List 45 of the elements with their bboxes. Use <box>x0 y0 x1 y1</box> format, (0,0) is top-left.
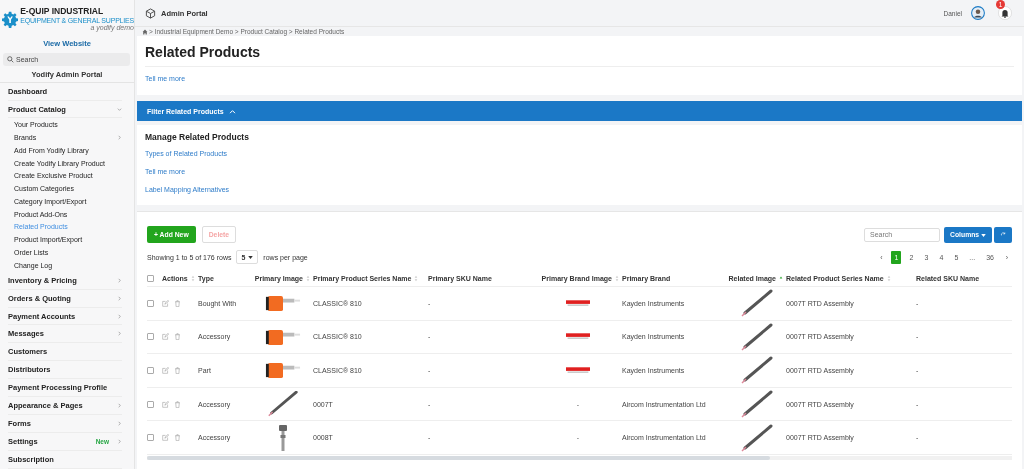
trash-icon[interactable] <box>174 367 181 374</box>
brand-logo-icon <box>566 299 590 307</box>
page-title: Related Products <box>145 43 262 62</box>
caret-icon <box>248 255 254 259</box>
search-icon <box>7 55 14 63</box>
refresh-icon <box>1000 231 1006 238</box>
section-title: Manage Related Products <box>145 132 250 142</box>
sort-icon <box>886 274 891 282</box>
select-all-checkbox[interactable] <box>147 274 154 282</box>
chevron-right-icon <box>117 313 122 319</box>
chevron-down-icon <box>117 106 122 112</box>
chevron-up-icon <box>228 108 236 114</box>
home-icon[interactable] <box>142 28 148 35</box>
sort-icon <box>414 274 419 282</box>
cube-icon <box>145 7 156 19</box>
brand-logo-icon <box>566 333 590 341</box>
chevron-right-icon <box>117 331 122 337</box>
row-checkbox[interactable] <box>147 434 154 442</box>
avatar-icon[interactable] <box>971 6 985 20</box>
brand-name: E-QUIP INDUSTRIAL <box>20 7 105 16</box>
row-checkbox[interactable] <box>147 299 154 307</box>
edit-icon[interactable] <box>162 299 169 307</box>
caret-icon <box>981 234 986 237</box>
row-checkbox[interactable] <box>147 400 154 408</box>
trash-icon[interactable] <box>174 299 181 307</box>
chevron-right-icon <box>117 439 122 445</box>
bell-icon[interactable] <box>998 6 1012 20</box>
row-checkbox[interactable] <box>147 333 154 341</box>
scrollbar-thumb[interactable] <box>147 455 770 460</box>
edit-icon[interactable] <box>162 400 169 408</box>
chevron-right-icon <box>117 403 122 409</box>
brand-logo-icon <box>566 367 590 374</box>
edit-icon[interactable] <box>162 367 169 374</box>
trash-icon[interactable] <box>174 400 181 408</box>
trash-icon[interactable] <box>174 434 181 442</box>
chevron-right-icon <box>117 421 122 427</box>
refresh-button[interactable] <box>994 226 1012 243</box>
edit-icon[interactable] <box>162 333 169 341</box>
sort-icon <box>190 274 195 282</box>
chevron-right-icon <box>117 277 122 283</box>
trash-icon[interactable] <box>174 333 181 341</box>
chevron-right-icon <box>117 295 122 301</box>
chevron-right-icon <box>117 135 122 141</box>
edit-icon[interactable] <box>162 434 169 442</box>
row-checkbox[interactable] <box>147 367 154 374</box>
